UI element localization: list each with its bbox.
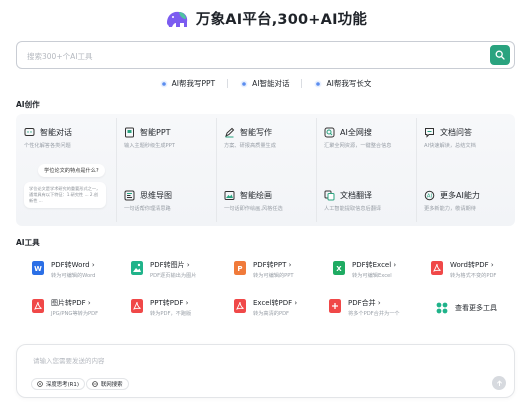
divider bbox=[301, 79, 303, 88]
paint-icon bbox=[224, 191, 235, 200]
search-icon bbox=[495, 50, 505, 60]
page-header: 万象AI平台,300+AI功能 bbox=[0, 8, 531, 29]
section-title-ai-tools: AI工具 bbox=[16, 238, 40, 247]
send-button[interactable] bbox=[492, 376, 506, 390]
tool-pdf-to-image[interactable]: PDF转图片 › PDF逐页输出为图片 bbox=[131, 260, 196, 279]
svg-text:AI: AI bbox=[427, 194, 433, 200]
pdf-icon bbox=[234, 299, 246, 313]
chat-icon bbox=[24, 128, 35, 136]
more-ai-icon: AI bbox=[424, 190, 435, 201]
excel-icon: X bbox=[333, 261, 345, 275]
quick-link-longtext[interactable]: AI帮我写长文 bbox=[314, 78, 371, 89]
ai-card-chat[interactable]: 智能对话 个性化解答各类问题 bbox=[24, 127, 117, 149]
merge-icon bbox=[329, 299, 341, 313]
tool-pdf-to-ppt[interactable]: P PDF转PPT › 转为可编辑的PPT bbox=[234, 260, 294, 279]
elephant-logo-icon bbox=[166, 11, 188, 27]
svg-text:P: P bbox=[237, 265, 242, 273]
ai-card-painting[interactable]: 智能绘画 一句话即作绘画,风格任选 bbox=[224, 190, 317, 212]
sparkle-icon bbox=[160, 80, 168, 87]
tool-pdf-to-excel[interactable]: X PDF转Excel › 转为可编辑Excel bbox=[333, 260, 396, 279]
ai-card-more[interactable]: AI 更多AI能力 更多新能力，敬请期待 bbox=[424, 190, 517, 212]
globe-icon bbox=[92, 381, 98, 387]
tool-pdf-to-word[interactable]: W PDF转Word › 转为可编辑的Word bbox=[32, 260, 95, 279]
mindmap-icon bbox=[124, 190, 135, 201]
ai-card-websearch[interactable]: AI全网搜 汇聚全网资源，一键整合信息 bbox=[324, 127, 417, 149]
search-input[interactable] bbox=[27, 48, 467, 64]
quick-link-chat[interactable]: AI智能对话 bbox=[240, 78, 289, 89]
ppt-icon bbox=[125, 127, 134, 138]
search-globe-icon bbox=[324, 127, 335, 138]
atom-icon bbox=[37, 381, 43, 387]
doc-qa-icon bbox=[425, 128, 434, 138]
section-title-ai-create: AI创作 bbox=[16, 100, 40, 109]
grid-more-icon bbox=[436, 302, 448, 314]
send-arrow-icon bbox=[496, 379, 502, 386]
tool-word-to-pdf[interactable]: Word转PDF › 转为格式不变的PDF bbox=[431, 260, 496, 279]
tool-excel-to-pdf[interactable]: Excel转PDF › 转为高清的PDF bbox=[234, 298, 297, 317]
chat-preview: 学位论文的特点是什么? 学位论文是学术研究的重要形式之一，通常具有以下特征：1.… bbox=[24, 160, 114, 222]
svg-text:X: X bbox=[336, 265, 342, 273]
image-icon bbox=[131, 261, 143, 275]
divider bbox=[227, 79, 229, 88]
ai-card-mindmap[interactable]: 思维导图 一句话帮你理清思路 bbox=[124, 190, 217, 212]
sparkle-icon bbox=[240, 80, 248, 87]
chat-input-box: 深度思考(R1) 联网搜索 bbox=[16, 344, 515, 398]
pdf-icon bbox=[431, 261, 443, 275]
pen-icon bbox=[225, 127, 235, 138]
ai-card-docqa[interactable]: 文档问答 AI快速解读，总结文档 bbox=[424, 127, 517, 149]
sparkle-icon bbox=[314, 80, 322, 87]
tool-view-more[interactable]: 查看更多工具 bbox=[436, 300, 497, 315]
chat-input[interactable] bbox=[33, 355, 433, 367]
deep-think-toggle[interactable]: 深度思考(R1) bbox=[31, 378, 85, 390]
ai-card-writing[interactable]: 智能写作 方案、研报高质量生成 bbox=[224, 127, 317, 149]
web-search-toggle[interactable]: 联网搜索 bbox=[86, 378, 129, 390]
page-title: 万象AI平台,300+AI功能 bbox=[195, 12, 368, 28]
quick-link-ppt[interactable]: AI帮我写PPT bbox=[160, 78, 215, 89]
preview-answer: 学位论文是学术研究的重要形式之一，通常具有以下特征：1.研究性 ... 2.创新… bbox=[24, 182, 106, 208]
quick-links: AI帮我写PPT AI智能对话 AI帮我写长文 bbox=[0, 78, 531, 89]
tool-pdf-merge[interactable]: PDF合并 › 将多个PDF合并为一个 bbox=[329, 298, 400, 317]
svg-text:W: W bbox=[34, 265, 42, 273]
ai-card-ppt[interactable]: 智能PPT 输入主题秒级生成PPT bbox=[124, 127, 217, 149]
ppt-file-icon: P bbox=[234, 261, 246, 275]
translate-icon bbox=[324, 190, 335, 201]
pdf-icon bbox=[32, 299, 44, 313]
search-bar bbox=[16, 41, 515, 69]
word-icon: W bbox=[32, 261, 44, 275]
pdf-icon bbox=[131, 299, 143, 313]
tool-ppt-to-pdf[interactable]: PPT转PDF › 转为PDF，不跑版 bbox=[131, 298, 191, 317]
tool-image-to-pdf[interactable]: 图片转PDF › JPG/PNG等转为PDF bbox=[32, 298, 98, 317]
ai-card-translate[interactable]: 文档翻译 人工智能提取信息后翻译 bbox=[324, 190, 417, 212]
preview-question: 学位论文的特点是什么? bbox=[38, 164, 105, 177]
search-button[interactable] bbox=[490, 45, 510, 65]
